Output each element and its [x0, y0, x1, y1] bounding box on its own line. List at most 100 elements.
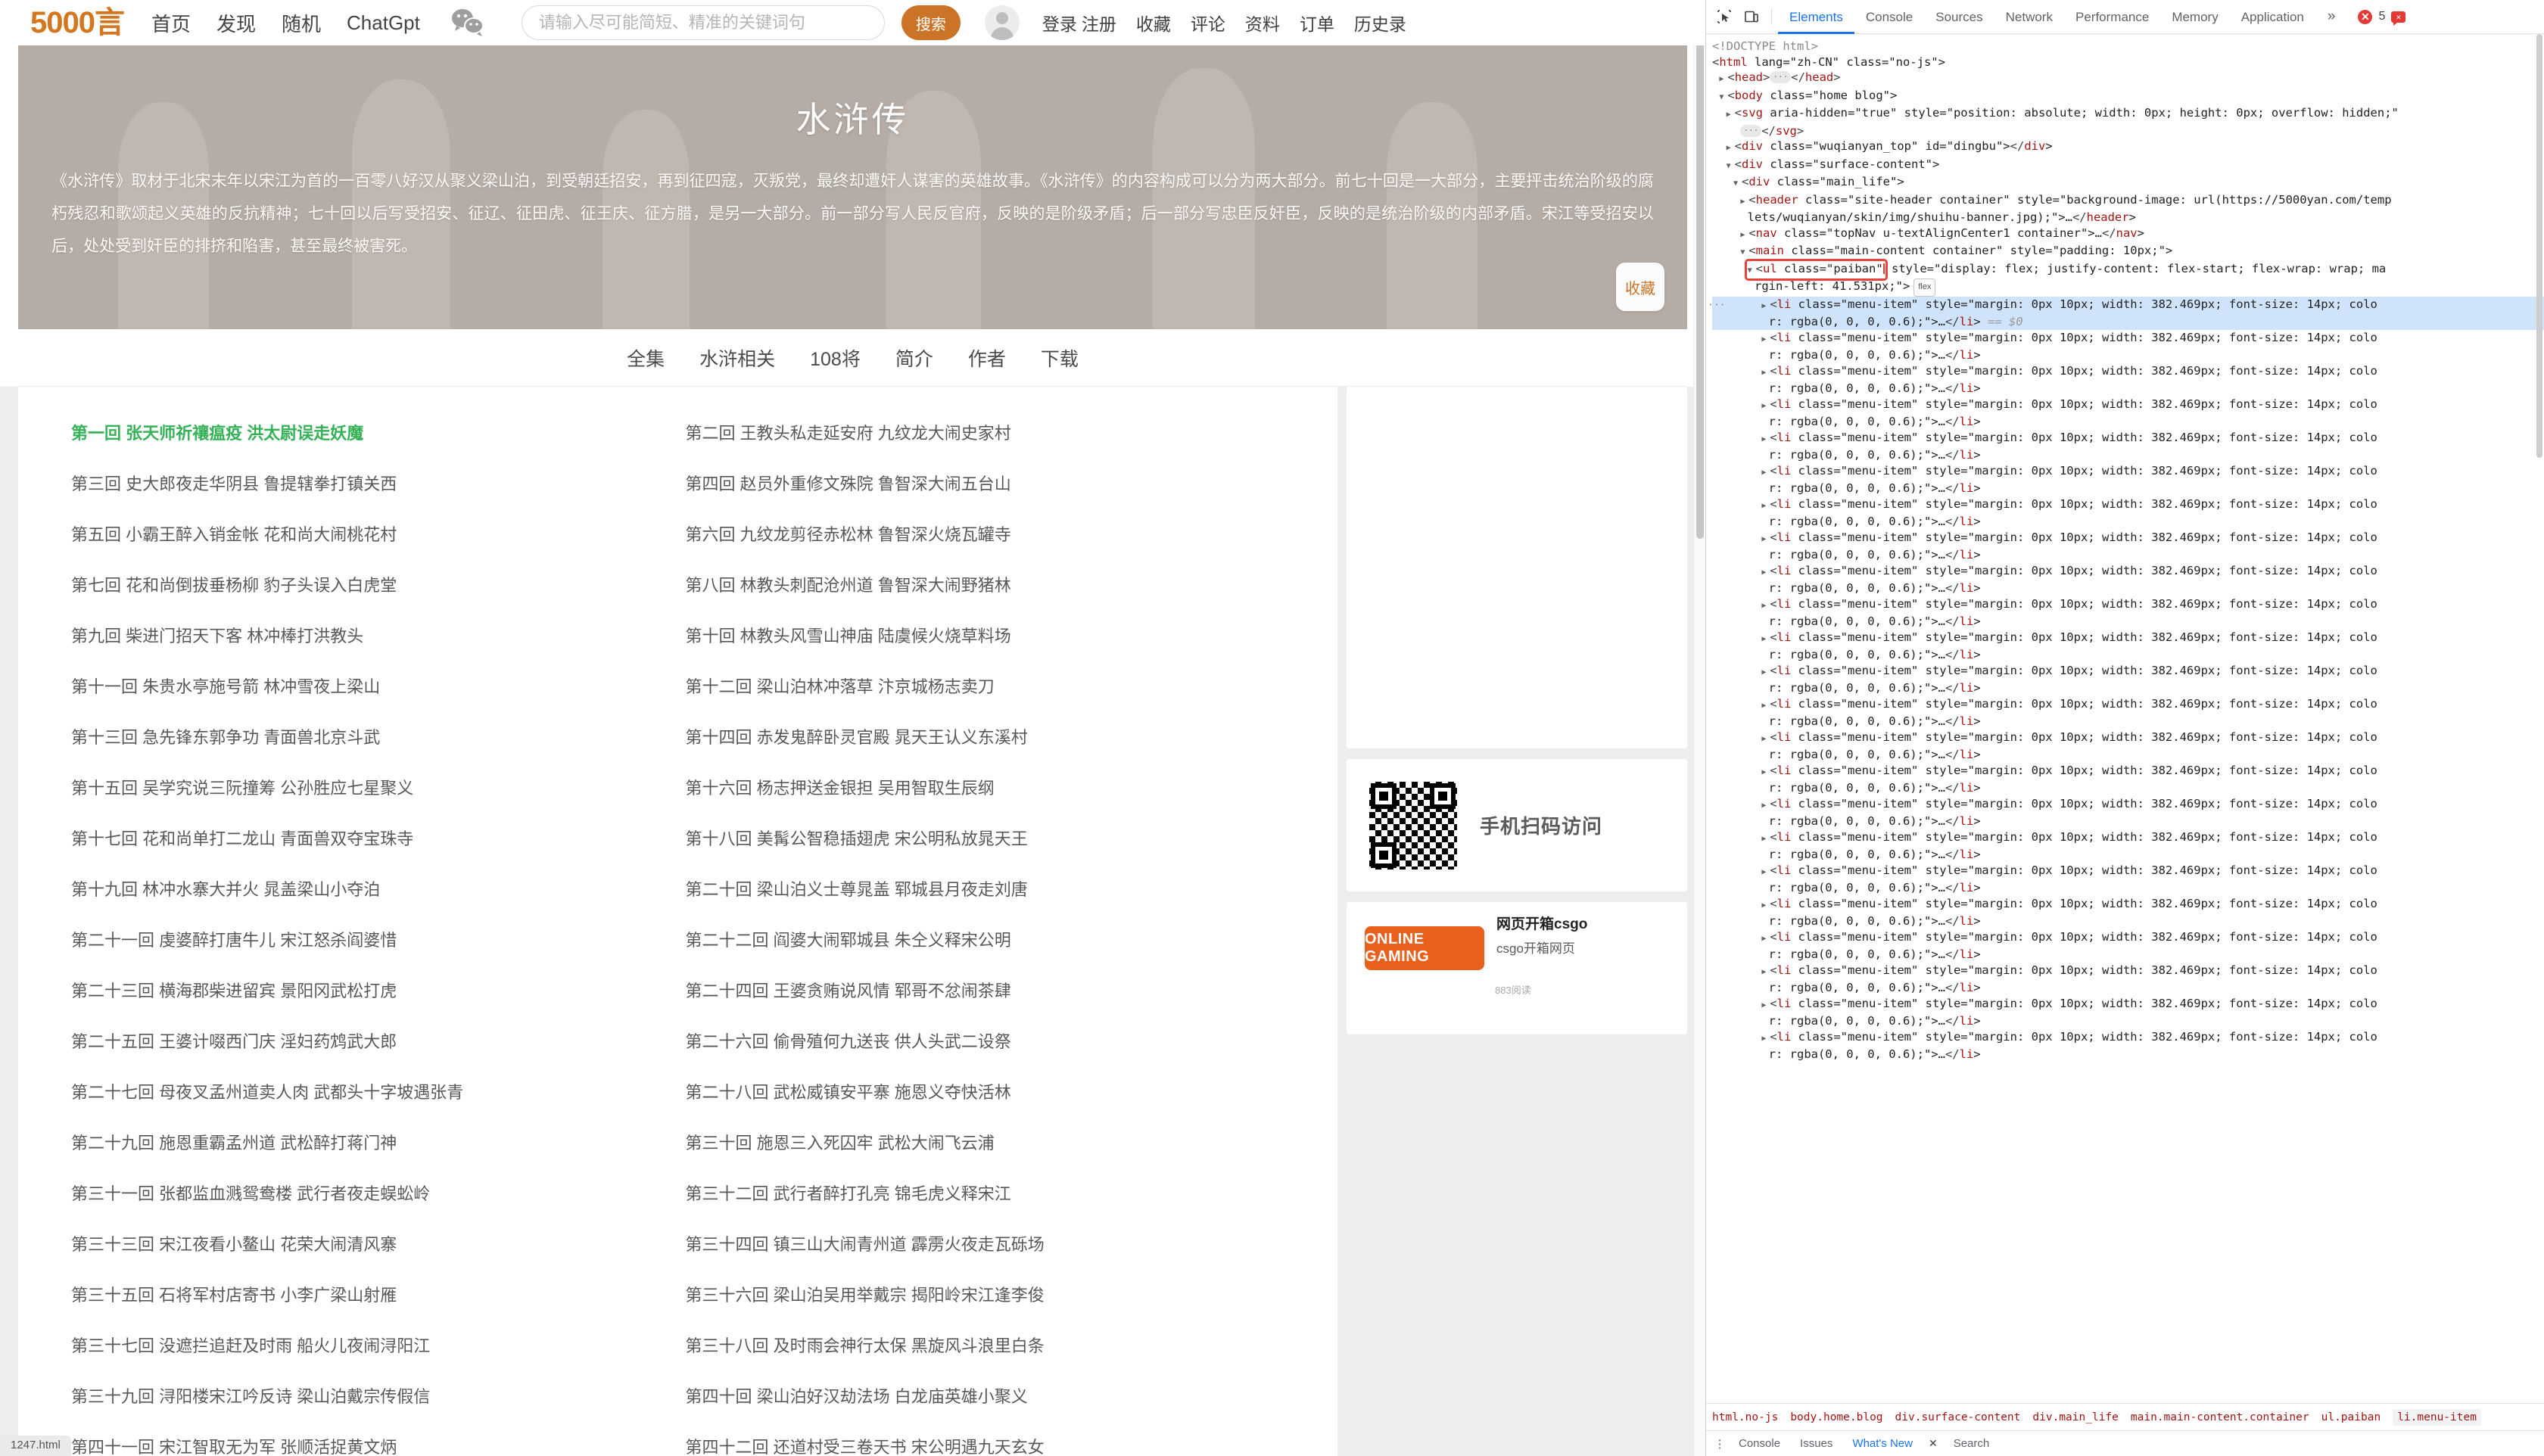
chapter-item[interactable]: 第十九回 林冲水寨大并火 晁盖梁山小夺泊 — [71, 863, 686, 913]
dom-node[interactable]: <header class="site-header container" st… — [1712, 192, 2544, 210]
tab-performance[interactable]: Performance — [2064, 0, 2160, 34]
wechat-icon[interactable] — [450, 8, 485, 38]
chapter-item[interactable]: 第五回 小霸王醉入销金帐 花和尚大闹桃花村 — [71, 508, 686, 558]
dom-node[interactable]: <li class="menu-item" style="margin: 0px… — [1712, 530, 2544, 548]
dom-node[interactable]: <li class="menu-item" style="margin: 0px… — [1712, 563, 2544, 581]
breadcrumb-item[interactable]: div.main_life — [2032, 1411, 2119, 1423]
nav-item-chatgpt[interactable]: ChatGpt — [347, 11, 420, 35]
chapter-item[interactable]: 第二十一回 虔婆醉打唐牛儿 宋江怒杀阎婆惜 — [71, 913, 686, 964]
tab-author[interactable]: 作者 — [968, 344, 1006, 372]
tab-memory[interactable]: Memory — [2160, 0, 2229, 34]
dom-node[interactable]: <li class="menu-item" style="margin: 0px… — [1712, 730, 2544, 748]
breadcrumb-item[interactable]: body.home.blog — [1790, 1411, 1882, 1423]
breadcrumb-item[interactable]: html.no-js — [1712, 1411, 1778, 1423]
dom-node[interactable]: lets/wuqianyan/skin/img/shuihu-banner.jp… — [1712, 210, 2544, 226]
chapter-item[interactable]: 第九回 柴进门招天下客 林冲棒打洪教头 — [71, 609, 686, 660]
breadcrumb-item[interactable]: div.surface-content — [1895, 1411, 2021, 1423]
dom-node[interactable]: <li class="menu-item" style="margin: 0px… — [1712, 630, 2544, 648]
inspect-element-icon[interactable] — [1711, 3, 1738, 30]
chapter-link[interactable]: 第九回 柴进门招天下客 林冲棒打洪教头 — [71, 623, 363, 647]
tab-application[interactable]: Application — [2230, 0, 2315, 34]
dom-node[interactable]: <li class="menu-item" style="margin: 0px… — [1712, 829, 2544, 848]
dom-node[interactable]: r: rgba(0, 0, 0, 0.6);">…</li> — [1712, 580, 2544, 596]
dom-node[interactable]: <!DOCTYPE html> — [1712, 39, 2544, 54]
nav-item-comments[interactable]: 评论 — [1191, 10, 1225, 36]
chapter-item[interactable]: 第二十八回 武松威镇安平寨 施恩义夺快活林 — [686, 1066, 1300, 1116]
chapter-item[interactable]: 第四十回 梁山泊好汉劫法场 白龙庙英雄小聚义 — [686, 1370, 1300, 1420]
nav-item-login[interactable]: 登录 — [1042, 10, 1077, 36]
drawer-tab-whats-new[interactable]: What's New — [1842, 1437, 1923, 1450]
chapter-link[interactable]: 第十回 林教头风雪山神庙 陆虞候火烧草料场 — [686, 623, 1011, 647]
chapter-item[interactable]: 第二十四回 王婆贪贿说风情 郓哥不忿闹茶肆 — [686, 964, 1300, 1015]
dom-node[interactable]: r: rgba(0, 0, 0, 0.6);">…</li> — [1712, 447, 2544, 463]
chapter-item[interactable]: 第十五回 吴学究说三阮撞筹 公孙胜应七星聚义 — [71, 761, 686, 812]
search-button[interactable]: 搜索 — [901, 5, 961, 40]
dom-node[interactable]: r: rgba(0, 0, 0, 0.6);">…</li> — [1712, 614, 2544, 630]
dom-node[interactable]: r: rgba(0, 0, 0, 0.6);">…</li> — [1712, 514, 2544, 530]
chapter-item[interactable]: 第二十七回 母夜叉孟州道卖人肉 武都头十字坡遇张青 — [71, 1066, 686, 1116]
dom-node[interactable]: <div class="main_life"> — [1712, 174, 2544, 192]
nav-item-home[interactable]: 首页 — [151, 9, 191, 37]
dom-node[interactable]: <li class="menu-item" style="margin: 0px… — [1712, 430, 2544, 448]
chapter-item[interactable]: 第十六回 杨志押送金银担 吴用智取生辰纲 — [686, 761, 1300, 812]
chapter-link[interactable]: 第二十一回 虔婆醉打唐牛儿 宋江怒杀阎婆惜 — [71, 927, 397, 951]
chapter-item[interactable]: 第四回 赵员外重修文殊院 鲁智深大闹五台山 — [686, 457, 1300, 508]
chapter-link[interactable]: 第三十四回 镇三山大闹青州道 霹雳火夜走瓦砾场 — [686, 1231, 1045, 1255]
chapter-link[interactable]: 第三十八回 及时雨会神行太保 黑旋风斗浪里白条 — [686, 1333, 1045, 1357]
dom-node[interactable]: <li class="menu-item" style="margin: 0px… — [1712, 363, 2544, 381]
dom-node[interactable]: <html lang="zh-CN" class="no-js"> — [1712, 54, 2544, 70]
nav-item-random[interactable]: 随机 — [282, 9, 321, 37]
chapter-item[interactable]: 第十四回 赤发鬼醉卧灵官殿 晁天王认义东溪村 — [686, 711, 1300, 761]
chapter-item[interactable]: 第三回 史大郎夜走华阴县 鲁提辖拳打镇关西 — [71, 457, 686, 508]
chapter-link[interactable]: 第十二回 梁山泊林冲落草 汴京城杨志卖刀 — [686, 674, 995, 698]
devtools-scrollbar-thumb[interactable] — [2536, 34, 2542, 458]
dom-node[interactable]: r: rgba(0, 0, 0, 0.6);">…</li> — [1712, 414, 2544, 430]
dom-node[interactable]: r: rgba(0, 0, 0, 0.6);">…</li> — [1712, 880, 2544, 896]
chapter-link[interactable]: 第四十二回 还道村受三卷天书 宋公明遇九天玄女 — [686, 1434, 1045, 1456]
tab-sources[interactable]: Sources — [1924, 0, 1994, 34]
dom-node[interactable]: ··· </svg> — [1712, 123, 2544, 139]
chapter-link[interactable]: 第二十三回 横海郡柴进留宾 景阳冈武松打虎 — [71, 978, 397, 1002]
tab-full-collection[interactable]: 全集 — [627, 344, 665, 372]
site-brand[interactable]: 5000言 — [30, 8, 125, 38]
chapter-link[interactable]: 第十三回 急先锋东郭争功 青面兽北京斗武 — [71, 724, 380, 748]
dom-node[interactable]: <li class="menu-item" style="margin: 0px… — [1712, 763, 2544, 781]
chapter-item[interactable]: 第二十三回 横海郡柴进留宾 景阳冈武松打虎 — [71, 964, 686, 1015]
dom-node[interactable]: <body class="home blog"> — [1712, 88, 2544, 106]
avatar[interactable] — [984, 5, 1020, 40]
chapter-link[interactable]: 第四十一回 宋江智取无为军 张顺活捉黄文炳 — [71, 1434, 397, 1456]
dom-node[interactable]: <nav class="topNav u-textAlignCenter1 co… — [1712, 226, 2544, 244]
dom-node[interactable]: r: rgba(0, 0, 0, 0.6);">…</li> — [1712, 714, 2544, 730]
chapter-item[interactable]: 第三十八回 及时雨会神行太保 黑旋风斗浪里白条 — [686, 1319, 1300, 1370]
chapter-item[interactable]: 第三十四回 镇三山大闹青州道 霹雳火夜走瓦砾场 — [686, 1218, 1300, 1268]
dom-node[interactable]: r: rgba(0, 0, 0, 0.6);">…</li> — [1712, 680, 2544, 696]
dom-node[interactable]: <main class="main-content container" sty… — [1712, 243, 2544, 261]
dom-node[interactable]: r: rgba(0, 0, 0, 0.6);">…</li> — [1712, 747, 2544, 763]
dom-node[interactable]: <li class="menu-item" style="margin: 0px… — [1712, 330, 2544, 348]
dom-node[interactable]: r: rgba(0, 0, 0, 0.6);">…</li> — [1712, 1013, 2544, 1029]
chapter-item[interactable]: 第十一回 朱贵水亭施号箭 林冲雪夜上梁山 — [71, 660, 686, 711]
chapter-item[interactable]: 第二十五回 王婆计啜西门庆 淫妇药鸩武大郎 — [71, 1015, 686, 1066]
dom-node[interactable]: r: rgba(0, 0, 0, 0.6);">…</li> — [1712, 913, 2544, 929]
dom-node[interactable]: r: rgba(0, 0, 0, 0.6);">…</li> — [1712, 814, 2544, 829]
tab-108-heroes[interactable]: 108将 — [810, 344, 861, 372]
drawer-tab-issues[interactable]: Issues — [1790, 1437, 1842, 1450]
chapter-link[interactable]: 第二十四回 王婆贪贿说风情 郓哥不忿闹茶肆 — [686, 978, 1011, 1002]
chapter-item[interactable]: 第十七回 花和尚单打二龙山 青面兽双夺宝珠寺 — [71, 812, 686, 863]
chapter-link[interactable]: 第三十七回 没遮拦追赶及时雨 船火儿夜闹浔阳江 — [71, 1333, 430, 1357]
page-scrollbar-thumb[interactable] — [1696, 17, 1704, 539]
nav-item-discover[interactable]: 发现 — [216, 9, 256, 37]
tab-elements[interactable]: Elements — [1778, 0, 1854, 34]
dom-node[interactable]: <li class="menu-item" style="margin: 0px… — [1712, 496, 2544, 515]
dom-node[interactable]: r: rgba(0, 0, 0, 0.6);">…</li> — [1712, 381, 2544, 397]
error-badges[interactable]: ✕ 5 ✕ — [2358, 9, 2406, 26]
favorite-button[interactable]: 收藏 — [1616, 263, 1664, 311]
chapter-link[interactable]: 第二十八回 武松威镇安平寨 施恩义夺快活林 — [686, 1079, 1011, 1103]
chapter-link[interactable]: 第十九回 林冲水寨大并火 晁盖梁山小夺泊 — [71, 876, 380, 901]
page-scrollbar[interactable] — [1693, 0, 1705, 1456]
nav-item-favorites[interactable]: 收藏 — [1136, 10, 1171, 36]
chapter-link[interactable]: 第二十六回 偷骨殖何九送丧 供人头武二设祭 — [686, 1028, 1011, 1053]
dom-node[interactable]: <li class="menu-item" style="margin: 0px… — [1712, 896, 2544, 914]
more-tabs-chevron-icon[interactable]: » — [2315, 8, 2348, 25]
dom-node[interactable]: <head>···</head> — [1712, 70, 2544, 88]
